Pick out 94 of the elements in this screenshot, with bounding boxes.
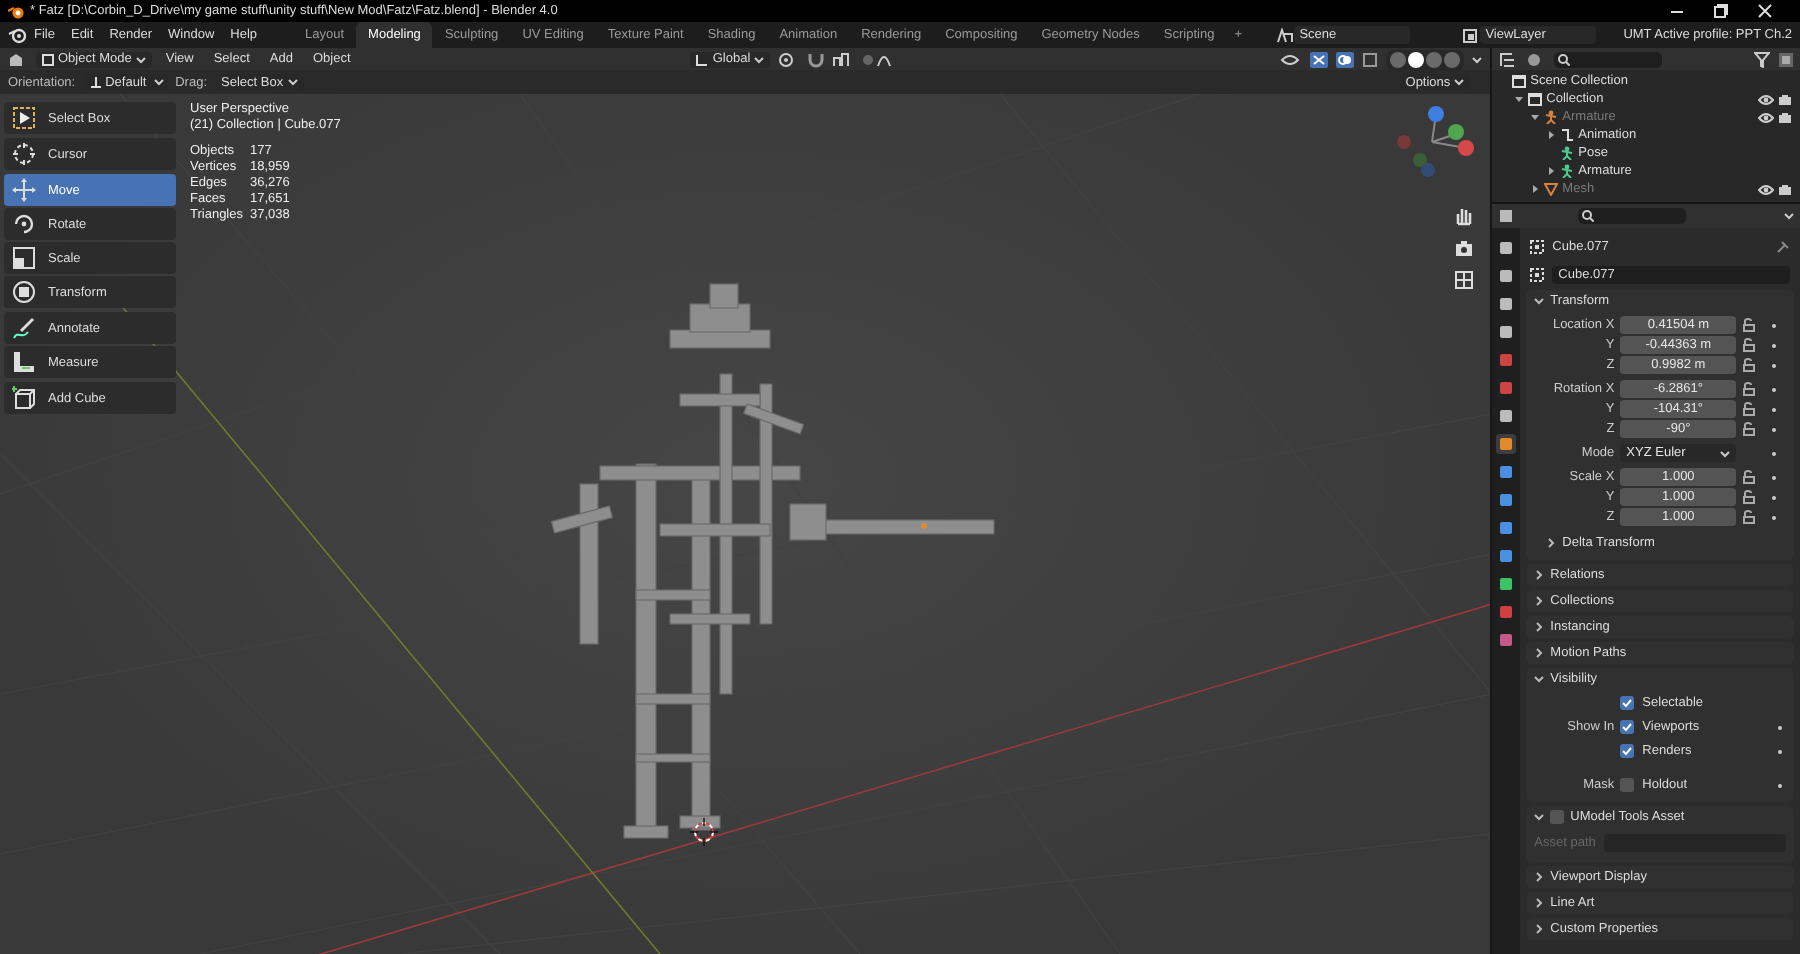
grid-icon[interactable] bbox=[1454, 270, 1474, 290]
select-box-icon bbox=[12, 106, 36, 130]
properties-tab[interactable] bbox=[1496, 350, 1517, 370]
checkbox[interactable] bbox=[1620, 778, 1635, 792]
camera-icon[interactable] bbox=[1454, 238, 1474, 258]
properties-tab[interactable] bbox=[1496, 602, 1517, 622]
camera-icon[interactable] bbox=[1778, 111, 1792, 123]
check-icon bbox=[1622, 698, 1633, 708]
blender-logo-icon[interactable] bbox=[8, 26, 26, 44]
lock-icon[interactable] bbox=[1742, 470, 1757, 484]
mesh-triangle-icon bbox=[1544, 182, 1559, 196]
collection-box-icon bbox=[1528, 92, 1543, 106]
properties-tab[interactable] bbox=[1496, 490, 1517, 510]
camera-icon[interactable] bbox=[1778, 93, 1792, 105]
overlays-icon[interactable] bbox=[1336, 51, 1355, 67]
blender-logo-icon bbox=[8, 3, 24, 19]
search-field[interactable] bbox=[1578, 208, 1687, 224]
gizmo-icon[interactable] bbox=[1310, 51, 1329, 67]
check-icon bbox=[1622, 722, 1633, 732]
axes-icon bbox=[696, 53, 709, 65]
lock-icon[interactable] bbox=[1742, 338, 1757, 352]
properties-tab[interactable] bbox=[1496, 434, 1517, 454]
search-icon bbox=[1582, 210, 1595, 222]
maximize-icon[interactable] bbox=[1714, 4, 1728, 18]
new-collection-icon[interactable] bbox=[1778, 51, 1794, 67]
visibility-icon[interactable] bbox=[1280, 51, 1303, 67]
armature-figure-icon bbox=[1544, 110, 1559, 124]
checkbox[interactable] bbox=[1620, 696, 1635, 710]
checkbox[interactable] bbox=[1620, 720, 1635, 734]
pose-figure-icon bbox=[1560, 146, 1575, 160]
object-icon bbox=[1530, 267, 1545, 281]
snap-magnet-icon[interactable] bbox=[808, 51, 825, 67]
lock-icon[interactable] bbox=[1742, 402, 1757, 416]
rotate-icon bbox=[12, 212, 36, 236]
eye-icon[interactable] bbox=[1758, 111, 1774, 123]
properties-tab[interactable] bbox=[1496, 546, 1517, 566]
cube-plus-icon bbox=[12, 386, 36, 410]
caret-icon bbox=[154, 78, 165, 86]
axes-icon bbox=[89, 76, 102, 88]
caret-icon bbox=[754, 55, 765, 63]
scene-icon[interactable] bbox=[1275, 27, 1294, 43]
action-curve-icon bbox=[1560, 128, 1575, 142]
lock-icon[interactable] bbox=[1742, 358, 1757, 372]
properties-tab[interactable] bbox=[1496, 630, 1517, 650]
cube-icon bbox=[42, 53, 54, 65]
caret-icon[interactable] bbox=[1472, 55, 1483, 63]
close-icon[interactable] bbox=[1758, 4, 1772, 18]
pin-icon[interactable] bbox=[1776, 239, 1790, 253]
view-layer-icon[interactable] bbox=[1461, 27, 1480, 43]
properties-tab[interactable] bbox=[1496, 462, 1517, 482]
snap-target-icon[interactable] bbox=[832, 51, 855, 67]
outliner-icon[interactable] bbox=[1498, 51, 1519, 67]
four-arrows-icon bbox=[12, 178, 36, 202]
scale-icon bbox=[12, 246, 36, 270]
lock-icon[interactable] bbox=[1742, 422, 1757, 436]
expand-arrow-icon[interactable] bbox=[1546, 130, 1557, 140]
transform-icon bbox=[12, 280, 36, 304]
caret-icon bbox=[287, 78, 298, 86]
lock-icon[interactable] bbox=[1742, 382, 1757, 396]
properties-tab[interactable] bbox=[1496, 518, 1517, 538]
armature-figure-icon bbox=[1560, 164, 1575, 178]
properties-tab[interactable] bbox=[1496, 266, 1517, 286]
ruler-icon bbox=[12, 350, 36, 374]
3d-cursor-icon bbox=[689, 817, 719, 847]
lock-icon[interactable] bbox=[1742, 318, 1757, 332]
properties-tab[interactable] bbox=[1496, 574, 1517, 594]
object-icon bbox=[1530, 239, 1545, 253]
filter-icon[interactable] bbox=[1754, 51, 1770, 67]
proportional-edit-icon[interactable] bbox=[862, 51, 895, 67]
crosshair-circle-icon bbox=[12, 142, 36, 166]
collection-box-icon bbox=[1512, 74, 1527, 88]
properties-tab[interactable] bbox=[1496, 294, 1517, 314]
navigation-gizmo-drawing[interactable] bbox=[1397, 106, 1474, 177]
eye-icon[interactable] bbox=[1758, 93, 1774, 105]
check-icon bbox=[1622, 746, 1633, 756]
camera-icon[interactable] bbox=[1778, 183, 1792, 195]
properties-tab[interactable] bbox=[1496, 378, 1517, 398]
hand-icon[interactable] bbox=[1454, 206, 1474, 226]
checkbox[interactable] bbox=[1620, 744, 1635, 758]
lock-icon[interactable] bbox=[1742, 510, 1757, 524]
search-field[interactable] bbox=[1554, 51, 1663, 67]
properties-tab[interactable] bbox=[1496, 238, 1517, 258]
caret-icon bbox=[1720, 449, 1731, 457]
shading-mode-button[interactable] bbox=[1408, 51, 1425, 67]
eye-icon[interactable] bbox=[1758, 183, 1774, 195]
pen-icon bbox=[12, 316, 36, 340]
properties-tab[interactable] bbox=[1496, 406, 1517, 426]
properties-tab[interactable] bbox=[1496, 322, 1517, 342]
caret-icon bbox=[135, 55, 146, 63]
lock-icon[interactable] bbox=[1742, 490, 1757, 504]
xray-icon[interactable] bbox=[1362, 51, 1379, 67]
caret-icon[interactable] bbox=[1784, 212, 1794, 220]
search-icon bbox=[1558, 53, 1571, 65]
caret-icon bbox=[1454, 78, 1465, 86]
